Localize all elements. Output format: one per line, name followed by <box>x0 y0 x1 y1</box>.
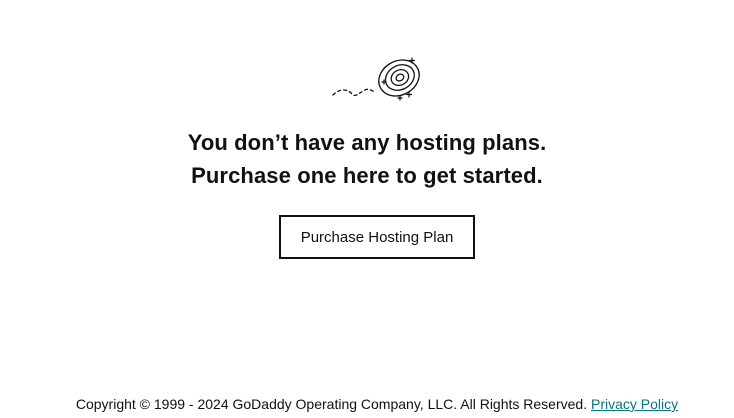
empty-state-line-2: Purchase one here to get started. <box>191 163 543 188</box>
privacy-policy-link[interactable]: Privacy Policy <box>591 396 678 412</box>
spiral-hole-icon <box>332 57 420 101</box>
page: You don’t have any hosting plans. Purcha… <box>0 0 734 418</box>
empty-state-line-1: You don’t have any hosting plans. <box>187 130 547 155</box>
copyright-text: Copyright © 1999 - 2024 GoDaddy Operatin… <box>75 396 588 412</box>
footer: Copyright © 1999 - 2024 GoDaddy Operatin… <box>0 394 734 414</box>
empty-state-message: You don’t have any hosting plans. Purcha… <box>0 126 734 192</box>
purchase-hosting-plan-button[interactable]: Purchase Hosting Plan <box>279 215 475 259</box>
